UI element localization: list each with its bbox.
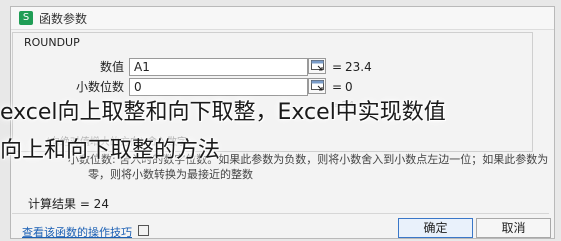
dialog-titlebar[interactable]: S 函数参数	[11, 7, 554, 30]
range-select-icon	[311, 80, 324, 91]
external-link-icon	[138, 225, 149, 236]
ok-button[interactable]: 确定	[398, 218, 473, 238]
dialog-title: 函数参数	[39, 12, 88, 26]
range-select-icon	[311, 60, 324, 71]
overlay-headline-line2: 向上和向下取整的方法	[0, 138, 221, 163]
number-input[interactable]: A1	[129, 58, 308, 76]
range-select-button[interactable]	[308, 58, 326, 74]
argument-description-continued: 零，则将小数转换为最接近的整数	[88, 168, 253, 181]
equals-sign: =	[332, 60, 343, 74]
function-tips-link[interactable]: 查看该函数的操作技巧	[22, 224, 132, 240]
function-name: ROUNDUP	[22, 36, 82, 49]
calculation-result: 计算结果 = 24	[28, 197, 109, 211]
overlay-headline: excel向上取整和向下取整，Excel中实现数值	[0, 100, 446, 125]
argument-result: 23.4	[345, 60, 372, 74]
footer-divider	[12, 213, 549, 214]
range-select-button[interactable]	[308, 78, 326, 94]
spreadsheet-app-icon: S	[19, 11, 33, 25]
argument-row-number: 数值 A1 = 23.4	[24, 58, 524, 76]
argument-label: 数值	[99, 60, 124, 74]
cancel-button[interactable]: 取消	[476, 218, 551, 238]
